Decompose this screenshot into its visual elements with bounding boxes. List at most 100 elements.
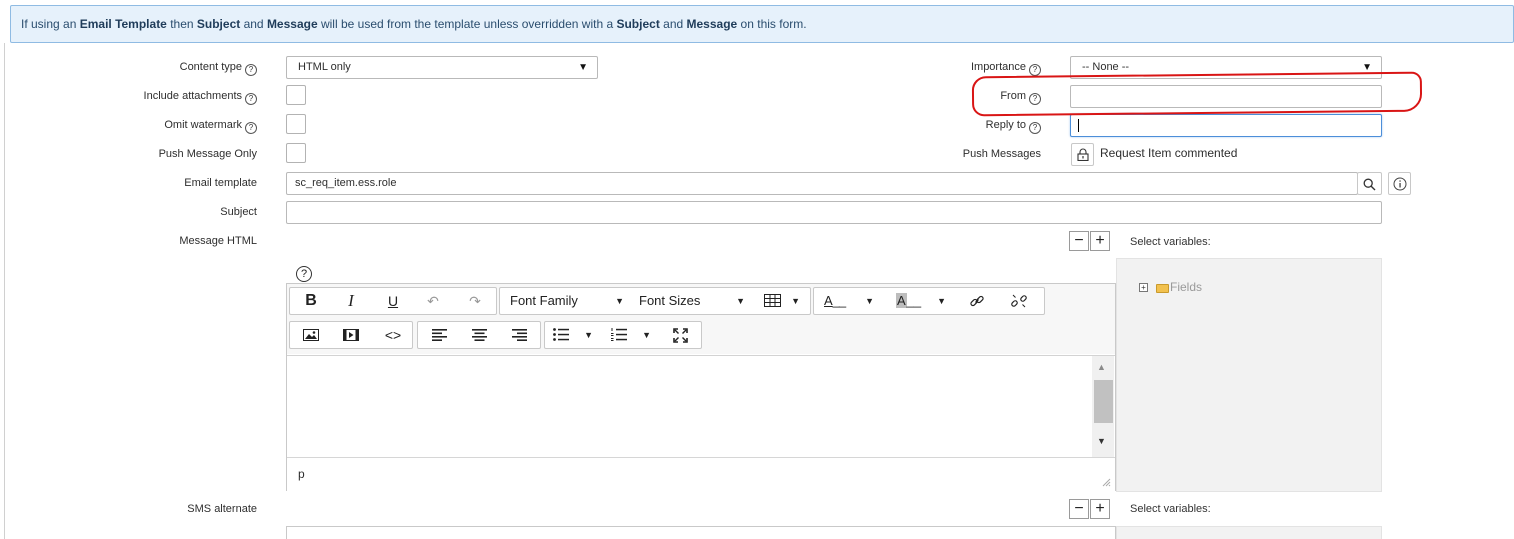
link-icon[interactable] xyxy=(962,288,992,314)
push-messages-value: Request Item commented xyxy=(1100,146,1238,160)
source-code-icon[interactable]: <> xyxy=(376,322,410,348)
tree-expand-icon[interactable]: + xyxy=(1139,283,1148,292)
lock-icon[interactable] xyxy=(1071,143,1094,166)
banner-bold-subject: Subject xyxy=(616,17,660,31)
help-icon[interactable]: ? xyxy=(296,266,312,282)
toolbar-group-media: <> xyxy=(289,321,413,349)
numbered-list-icon xyxy=(611,328,627,341)
select-variables-label: Select variables: xyxy=(1130,236,1211,248)
bullet-list-dropdown[interactable]: ▼ xyxy=(553,322,597,348)
push-message-only-checkbox[interactable] xyxy=(286,143,306,163)
font-family-dropdown[interactable]: Font Family ▼ xyxy=(510,288,628,314)
toolbar-group-lists: ▼ ▼ xyxy=(544,321,702,349)
select-variables-panel xyxy=(1116,526,1382,539)
text-color-dropdown[interactable]: A__ ▼ xyxy=(824,288,878,314)
omit-watermark-checkbox[interactable] xyxy=(286,114,306,134)
help-icon[interactable]: ? xyxy=(245,64,257,76)
dropdown-caret-icon: ▼ xyxy=(584,330,593,340)
image-icon[interactable] xyxy=(294,322,328,348)
info-icon[interactable] xyxy=(1388,172,1411,195)
dropdown-caret-icon: ▼ xyxy=(865,296,874,306)
subject-input[interactable] xyxy=(286,201,1382,224)
banner-text: and xyxy=(240,17,267,31)
toolbar-group-color-link: A__ ▼ A__ ▼ xyxy=(813,287,1045,315)
numbered-list-dropdown[interactable]: ▼ xyxy=(611,322,655,348)
toolbar-group-align xyxy=(417,321,541,349)
expand-plus-button[interactable]: + xyxy=(1090,231,1110,251)
italic-button[interactable]: I xyxy=(336,288,366,314)
banner-bold-email-template: Email Template xyxy=(79,17,167,31)
media-icon[interactable] xyxy=(334,322,368,348)
redo-icon[interactable]: ↷ xyxy=(460,288,490,314)
help-icon[interactable]: ? xyxy=(245,122,257,134)
rich-text-editor: B I U ↶ ↷ Font Family ▼ Font Sizes ▼ ▼ A__… xyxy=(286,283,1116,491)
dropdown-caret-icon: ▼ xyxy=(937,296,946,306)
dropdown-caret-icon: ▼ xyxy=(736,296,745,306)
email-template-input[interactable]: sc_req_item.ess.role xyxy=(286,172,1358,195)
toolbar-group-font: Font Family ▼ Font Sizes ▼ ▼ xyxy=(499,287,811,315)
banner-text: then xyxy=(166,17,197,31)
folder-icon xyxy=(1156,284,1169,293)
search-icon[interactable] xyxy=(1357,172,1382,195)
reply-to-label: Reply to? xyxy=(880,119,1041,134)
message-html-label: Message HTML xyxy=(179,235,257,247)
editor-statusbar: p xyxy=(287,457,1115,491)
table-dropdown[interactable]: ▼ xyxy=(764,288,804,314)
resize-handle-icon[interactable] xyxy=(1102,478,1111,487)
underline-button[interactable]: U xyxy=(378,288,408,314)
reply-to-input[interactable] xyxy=(1070,114,1382,137)
banner-text: will be used from the template unless ov… xyxy=(317,17,617,31)
scroll-up-icon[interactable]: ▲ xyxy=(1097,362,1106,372)
collapse-minus-button[interactable]: − xyxy=(1069,499,1089,519)
select-variables-panel: + Fields xyxy=(1116,258,1382,492)
scroll-thumb[interactable] xyxy=(1094,380,1113,423)
importance-value: -- None -- xyxy=(1082,61,1130,73)
banner-bold-subject: Subject xyxy=(196,17,241,31)
bold-button[interactable]: B xyxy=(296,288,326,314)
help-icon[interactable]: ? xyxy=(1029,64,1041,76)
push-messages-label: Push Messages xyxy=(962,148,1041,160)
undo-icon[interactable]: ↶ xyxy=(418,288,448,314)
banner-text: on this form. xyxy=(737,17,807,31)
element-path[interactable]: p xyxy=(298,467,305,481)
importance-label: Importance? xyxy=(880,61,1041,76)
align-left-icon[interactable] xyxy=(422,322,456,348)
scroll-down-icon[interactable]: ▼ xyxy=(1097,436,1106,446)
dropdown-caret-icon: ▼ xyxy=(642,330,651,340)
email-template-value: sc_req_item.ess.role xyxy=(295,177,397,189)
align-right-icon[interactable] xyxy=(502,322,536,348)
content-type-label: Content type? xyxy=(60,61,257,76)
info-banner: If using an Email Template then Subject … xyxy=(10,5,1514,43)
include-attachments-checkbox[interactable] xyxy=(286,85,306,105)
include-attachments-label: Include attachments? xyxy=(60,90,257,105)
expand-plus-button[interactable]: + xyxy=(1090,499,1110,519)
banner-text: and xyxy=(659,17,687,31)
sms-alternate-textarea[interactable] xyxy=(286,526,1116,539)
bullet-list-icon xyxy=(553,328,569,341)
subject-label: Subject xyxy=(220,206,257,218)
email-template-label: Email template xyxy=(184,177,257,189)
content-type-select[interactable]: HTML only ▼ xyxy=(286,56,598,79)
dropdown-caret-icon: ▼ xyxy=(791,296,800,306)
collapse-minus-button[interactable]: − xyxy=(1069,231,1089,251)
editor-scrollbar[interactable]: ▲ ▼ xyxy=(1092,356,1114,457)
help-icon[interactable]: ? xyxy=(1029,122,1041,134)
text-cursor xyxy=(1078,119,1079,132)
unlink-icon[interactable] xyxy=(1004,288,1034,314)
content-type-value: HTML only xyxy=(298,61,351,73)
dropdown-caret-icon: ▼ xyxy=(578,62,588,73)
fullscreen-icon[interactable] xyxy=(663,322,697,348)
font-sizes-dropdown[interactable]: Font Sizes ▼ xyxy=(639,288,749,314)
banner-text: If using an xyxy=(21,17,80,31)
background-color-dropdown[interactable]: A__ ▼ xyxy=(896,288,950,314)
banner-bold-message: Message xyxy=(266,17,318,31)
editor-content-area[interactable] xyxy=(287,355,1115,457)
help-icon[interactable]: ? xyxy=(245,93,257,105)
align-center-icon[interactable] xyxy=(462,322,496,348)
banner-bold-message: Message xyxy=(686,17,738,31)
tree-item-fields[interactable]: Fields xyxy=(1170,280,1202,294)
table-icon xyxy=(764,294,781,307)
dropdown-caret-icon: ▼ xyxy=(615,296,624,306)
push-message-only-label: Push Message Only xyxy=(158,148,257,160)
select-variables-label: Select variables: xyxy=(1130,503,1211,515)
